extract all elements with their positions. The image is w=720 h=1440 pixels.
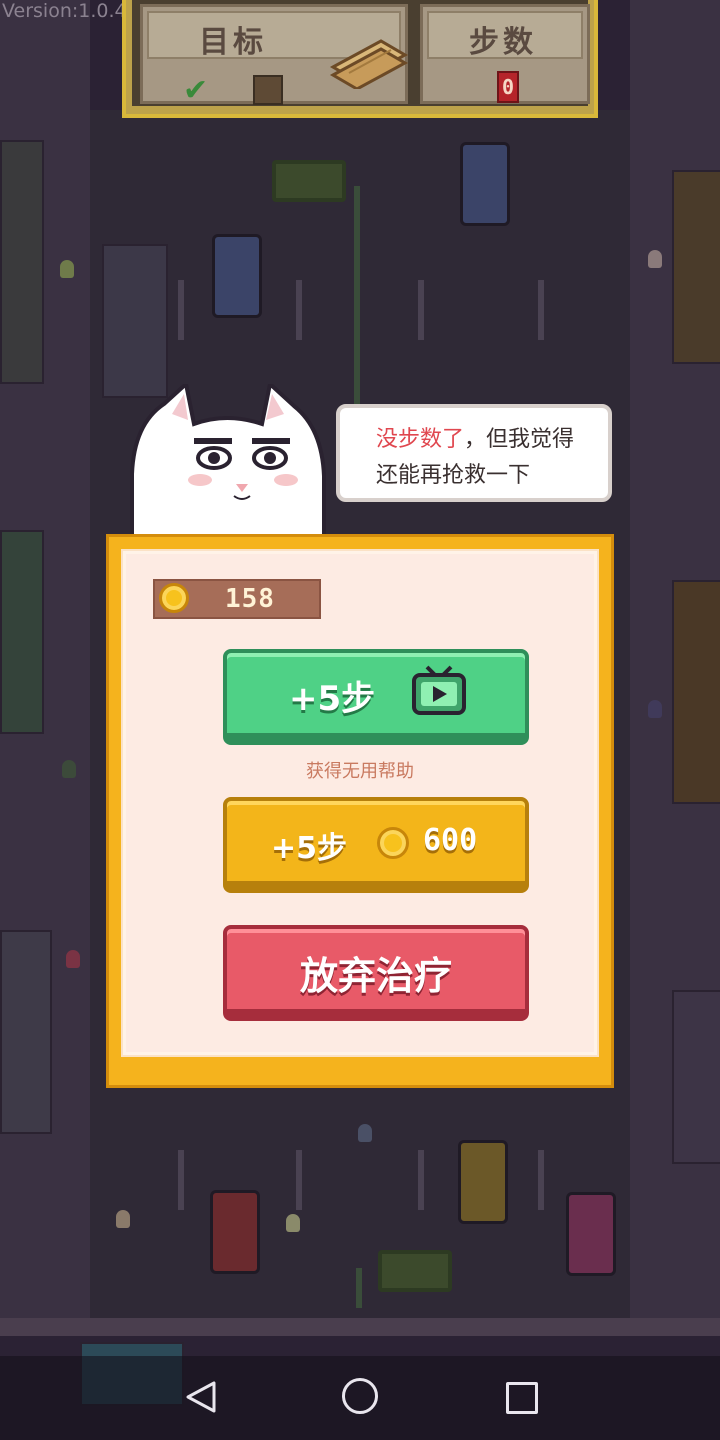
truck [102,244,168,398]
steps-panel: 步数 0 [420,4,590,104]
lane-mark [418,1150,424,1210]
building [0,530,44,734]
top-hud: 目标 ✔ 步数 0 [122,0,598,118]
lane-mark [178,1150,184,1210]
lane-mark [418,280,424,340]
car [212,234,262,318]
goal-panel: 目标 ✔ [140,4,409,108]
pedestrian [60,260,74,278]
pedestrian [648,700,662,718]
building [672,170,720,364]
car [210,1190,260,1274]
building [672,580,720,804]
speech-text: 没步数了，但我觉得还能再抢救一下 [376,422,596,494]
wood-planks-icon [329,39,409,89]
lane-mark [296,1150,302,1210]
coin-icon [377,827,409,859]
pedestrian [648,250,662,268]
lane-mark [538,1150,544,1210]
pedestrian [358,1124,372,1142]
buy-price: 600 [423,823,478,858]
coin-icon [159,583,189,613]
car [458,1140,508,1224]
give-up-button-label: 放弃治疗 [299,954,452,998]
goal-progress-box [253,75,283,105]
coin-count: 158 [225,584,275,614]
lane-mark [178,280,184,340]
sign-pole [356,1268,362,1308]
building [0,140,44,384]
goal-title: 目标 [199,25,267,60]
buy-plus-steps-button[interactable]: +5步 600 [223,797,529,893]
watch-ad-button-label: +5步 [289,679,376,719]
out-of-steps-dialog: 158 +5步 获得无用帮助 +5步 600 放弃治疗 [106,534,614,1088]
speech-bubble: 没步数了，但我觉得还能再抢救一下 [336,404,612,502]
car [566,1192,616,1276]
recent-square-icon[interactable] [506,1382,538,1414]
cat-character [130,384,326,536]
pedestrian [286,1214,300,1232]
buy-button-label: +5步 [271,831,348,866]
hud-inner: 目标 ✔ 步数 0 [132,0,590,108]
road-sign [378,1250,452,1292]
building [0,930,52,1134]
pedestrian [116,1210,130,1228]
sign-pole [354,186,360,406]
road-sign [272,160,346,202]
goal-check-icon: ✔ [183,73,209,108]
car [460,142,510,226]
speech-highlight: 没步数了 [376,427,465,452]
home-circle-icon[interactable] [342,1378,378,1414]
dialog-body: 158 +5步 获得无用帮助 +5步 600 放弃治疗 [121,549,599,1057]
building [672,990,720,1164]
version-label: Version:1.0.4 [2,0,127,22]
lane-mark [296,280,302,340]
tv-play-icon [412,665,466,715]
steps-counter: 0 [497,71,519,103]
steps-title: 步数 [469,25,537,60]
watch-ad-hint: 获得无用帮助 [306,761,414,782]
pedestrian [66,950,80,968]
curb [0,1318,720,1336]
give-up-button[interactable]: 放弃治疗 [223,925,529,1021]
lane-mark [538,280,544,340]
back-triangle-icon[interactable] [184,1380,218,1414]
coin-balance: 158 [153,579,321,619]
watch-ad-plus-steps-button[interactable]: +5步 [223,649,529,745]
pedestrian [62,760,76,778]
system-nav-bar [0,1356,720,1440]
